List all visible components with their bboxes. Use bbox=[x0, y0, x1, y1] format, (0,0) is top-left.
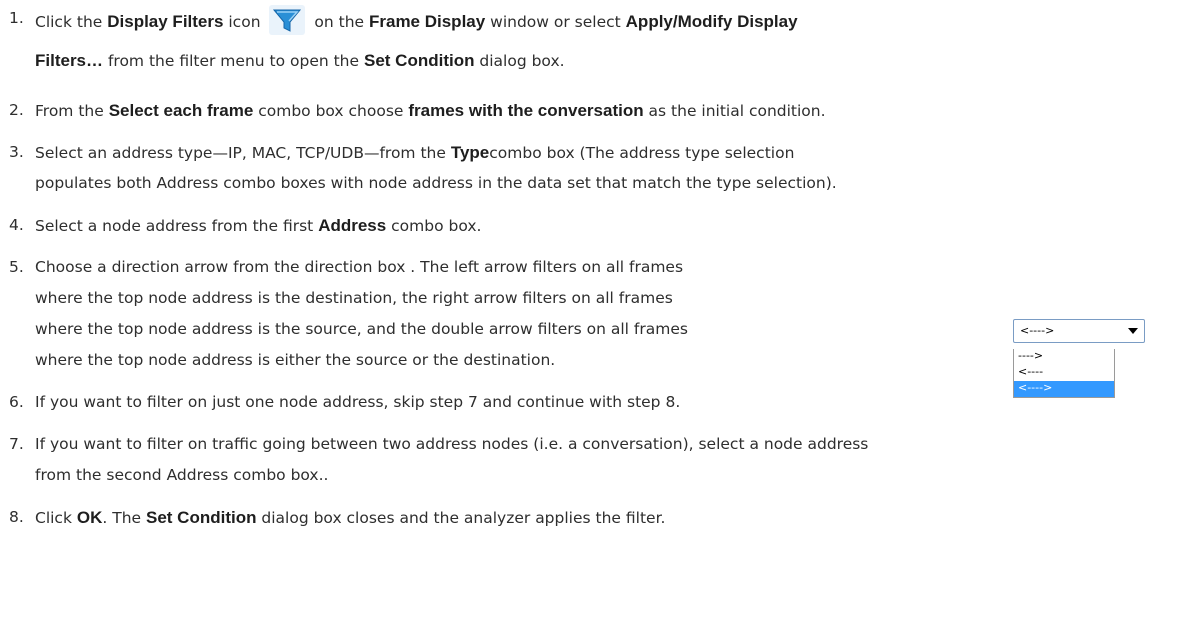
direction-box-illustration: <----> ----> <---- <----> bbox=[1013, 319, 1145, 398]
bold-term: Filters… bbox=[35, 51, 104, 70]
step-text: From the bbox=[35, 102, 109, 120]
direction-option-selected[interactable]: <----> bbox=[1014, 381, 1114, 397]
step-line: Choose a direction arrow from the direct… bbox=[35, 258, 684, 276]
step-item: 3. Select an address type—IP, MAC, TCP/UD… bbox=[9, 139, 1200, 167]
step-item: 5. Choose a direction arrow from the dire… bbox=[9, 254, 1200, 281]
step-continuation: from the second Address combo box.. bbox=[9, 462, 1200, 489]
step-number: 2. bbox=[9, 101, 24, 119]
bold-term: Type bbox=[450, 143, 490, 162]
step-line: Click OK. The Set Condition dialog box c… bbox=[35, 504, 1200, 532]
bold-term: Address bbox=[318, 216, 387, 235]
step-text: from the second Address combo box.. bbox=[35, 466, 329, 484]
display-filters-icon bbox=[269, 5, 306, 35]
step-line: Select a node address from the first Add… bbox=[35, 212, 1200, 240]
step-line: Select an address type—IP, MAC, TCP/UDB—… bbox=[35, 139, 1200, 167]
step-number: 1. bbox=[9, 9, 24, 27]
step-line: From the Select each frame combo box cho… bbox=[35, 97, 1200, 125]
bold-term: Select each frame bbox=[108, 101, 254, 120]
bold-term: OK bbox=[76, 508, 103, 527]
dropdown-arrow-icon[interactable] bbox=[1128, 328, 1138, 334]
step-continuation: where the top node address is the destin… bbox=[9, 285, 1200, 312]
step-line: If you want to filter on traffic going b… bbox=[35, 431, 1200, 458]
step-number: 6. bbox=[9, 393, 24, 411]
bold-term: Set Condition bbox=[363, 51, 475, 70]
step-number: 8. bbox=[9, 508, 24, 526]
step-continuation: populates both Address combo boxes with … bbox=[9, 170, 1200, 197]
direction-option[interactable]: <---- bbox=[1014, 365, 1114, 381]
step-number: 7. bbox=[9, 435, 24, 453]
step-text: populates both Address combo boxes with … bbox=[35, 174, 837, 192]
step-line: populates both Address combo boxes with … bbox=[35, 170, 1200, 197]
step-number: 3. bbox=[9, 143, 24, 161]
step-text: Select an address type—IP, MAC, TCP/UDB—… bbox=[35, 144, 451, 162]
step-text: as the initial condition. bbox=[643, 102, 826, 120]
step-text: icon bbox=[223, 13, 266, 31]
step-text: . The bbox=[102, 509, 146, 527]
step-item: 7. If you want to filter on traffic going… bbox=[9, 431, 1200, 458]
step-text: If you want to filter on traffic going b… bbox=[35, 435, 869, 453]
step-number: 4. bbox=[9, 216, 24, 234]
step-text: combo box choose bbox=[253, 102, 409, 120]
step-text: dialog box closes and the analyzer appli… bbox=[256, 509, 666, 527]
step-line: where the top node address is the destin… bbox=[35, 289, 673, 307]
step-item: 4. Select a node address from the first A… bbox=[9, 212, 1200, 240]
bold-term: Set Condition bbox=[145, 508, 257, 527]
step-line: Click the Display Filters icon on the Fr… bbox=[35, 5, 1200, 36]
step-number: 5. bbox=[9, 258, 24, 276]
bold-term: Frame Display bbox=[368, 12, 486, 31]
direction-selected-value: <----> bbox=[1020, 324, 1055, 337]
step-text: If you want to filter on just one node a… bbox=[35, 393, 681, 411]
step-continuation: Filters… from the filter menu to open th… bbox=[9, 47, 1200, 75]
step-text: Select a node address from the first bbox=[35, 217, 319, 235]
bold-term: Apply/Modify Display bbox=[625, 12, 798, 31]
step-line: Filters… from the filter menu to open th… bbox=[35, 47, 1200, 75]
step-text: dialog box. bbox=[474, 52, 565, 70]
direction-combo-box[interactable]: <----> bbox=[1013, 319, 1145, 343]
step-text: on the bbox=[309, 13, 369, 31]
bold-term: frames with the conversation bbox=[408, 101, 644, 120]
step-text: Click the bbox=[35, 13, 108, 31]
step-text: from the filter menu to open the bbox=[103, 52, 364, 70]
step-line: from the second Address combo box.. bbox=[35, 462, 1200, 489]
step-text: Click bbox=[35, 509, 77, 527]
step-item: 2. From the Select each frame combo box c… bbox=[9, 97, 1200, 125]
direction-option[interactable]: ----> bbox=[1014, 349, 1114, 365]
bold-term: Display Filters bbox=[107, 12, 224, 31]
direction-options-list: ----> <---- <----> bbox=[1013, 349, 1115, 398]
step-text: combo box. bbox=[386, 217, 482, 235]
step-text: combo box (The address type selection bbox=[489, 144, 795, 162]
step-item: 1. Click the Display Filters icon on the … bbox=[9, 5, 1200, 36]
step-text: window or select bbox=[485, 13, 626, 31]
step-item: 8. Click OK. The Set Condition dialog box… bbox=[9, 504, 1200, 532]
